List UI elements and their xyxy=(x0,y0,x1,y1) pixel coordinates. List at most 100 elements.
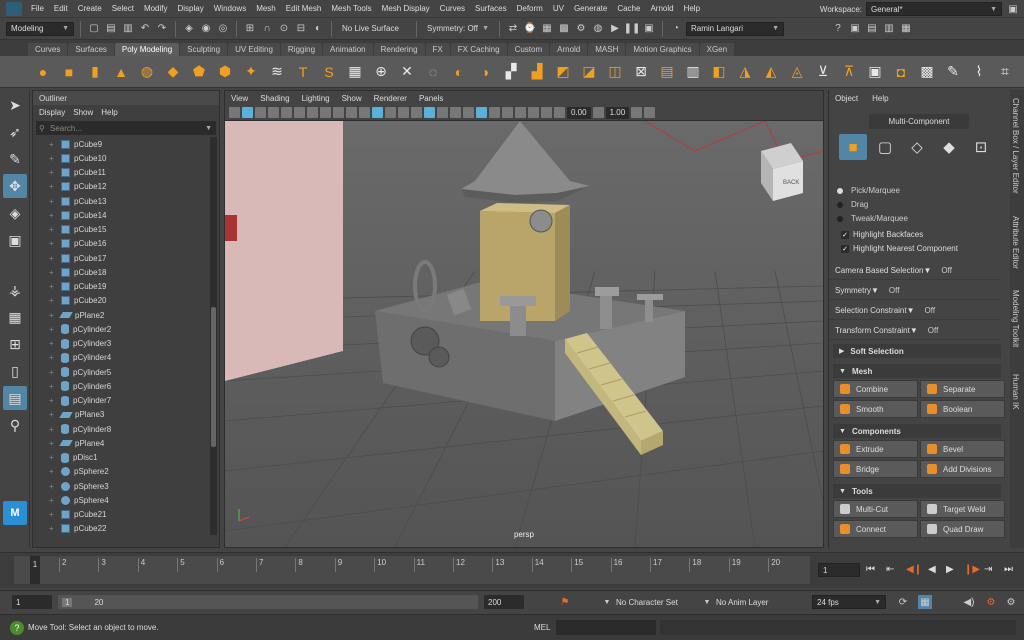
menu-display[interactable]: Display xyxy=(173,4,209,13)
poke-icon[interactable]: ◭ xyxy=(760,61,782,83)
image-plane-icon[interactable] xyxy=(268,107,279,118)
go-to-end-icon[interactable]: ⏭ xyxy=(1004,564,1013,575)
wireframe-icon[interactable] xyxy=(372,107,383,118)
quad-draw-icon[interactable]: ⌗ xyxy=(994,61,1016,83)
shelf-tab-arnold[interactable]: Arnold xyxy=(550,43,588,56)
viewport-menu-view[interactable]: View xyxy=(231,94,248,103)
viewport-menu-renderer[interactable]: Renderer xyxy=(374,94,407,103)
multi-cut-button[interactable]: Multi-Cut xyxy=(833,500,918,518)
multi-cut-icon[interactable]: ⊠ xyxy=(630,61,652,83)
shadows-icon[interactable] xyxy=(411,107,422,118)
ipr-render-icon[interactable]: ▩ xyxy=(557,22,571,36)
animation-preferences-icon[interactable]: ⚙ xyxy=(984,595,998,609)
prop-camera-based-selection[interactable]: Camera Based Selection ▼ Off xyxy=(829,262,1001,280)
expand-icon[interactable]: + xyxy=(49,482,54,491)
snap-curve-icon[interactable]: ∩ xyxy=(260,22,274,36)
menu-modify[interactable]: Modify xyxy=(139,4,173,13)
symmetry-dropdown[interactable]: Symmetry: Off ▼ xyxy=(423,21,493,36)
user-account-dropdown[interactable]: Ramin Langari ▼ xyxy=(686,21,784,36)
expand-icon[interactable]: + xyxy=(49,239,54,248)
shelf-tab-custom[interactable]: Custom xyxy=(507,43,550,56)
vertex-mode-icon[interactable]: ▢ xyxy=(871,134,899,160)
gamma-field[interactable]: 1.00 xyxy=(605,106,630,119)
smooth-button[interactable]: Smooth xyxy=(833,400,918,418)
poly-cube-icon[interactable]: ■ xyxy=(58,61,80,83)
menu-edit-mesh[interactable]: Edit Mesh xyxy=(281,4,327,13)
uv-editor-icon[interactable]: ▩ xyxy=(916,61,938,83)
maya-home-icon[interactable]: M xyxy=(3,501,27,525)
outliner-item[interactable]: + pCylinder4 xyxy=(33,351,209,365)
expand-icon[interactable]: + xyxy=(49,182,54,191)
inner-start-value[interactable]: 1 xyxy=(62,597,73,607)
select-component-icon[interactable]: ◎ xyxy=(216,22,230,36)
expand-icon[interactable]: + xyxy=(49,311,54,320)
center-pivot-icon[interactable]: ⊕ xyxy=(370,61,392,83)
sculpt-brush-icon[interactable]: ✎ xyxy=(942,61,964,83)
outliner-layout-icon[interactable]: ▤ xyxy=(3,386,27,410)
boolean-button[interactable]: Boolean xyxy=(920,400,1005,418)
snap-grid-icon[interactable]: ⊞ xyxy=(243,22,257,36)
expand-icon[interactable]: + xyxy=(49,353,54,362)
tab-human-ik[interactable]: Human IK xyxy=(1011,374,1020,410)
platonic-solid-icon[interactable]: ⬢ xyxy=(214,61,236,83)
soft-selection-header[interactable]: ▶ Soft Selection xyxy=(833,344,1001,358)
menu-curves[interactable]: Curves xyxy=(435,4,470,13)
resolution-gate-icon[interactable] xyxy=(307,107,318,118)
snap-plane-icon[interactable]: ⊟ xyxy=(294,22,308,36)
type-icon[interactable]: T xyxy=(292,61,314,83)
combine-icon[interactable]: ▦ xyxy=(344,61,366,83)
mel-label[interactable]: MEL xyxy=(534,623,550,632)
shelf-tab-poly-modeling[interactable]: Poly Modeling xyxy=(114,43,180,56)
menu-deform[interactable]: Deform xyxy=(512,4,548,13)
outliner-menu-show[interactable]: Show xyxy=(73,108,93,117)
radio-drag[interactable]: Drag xyxy=(837,200,868,209)
expand-icon[interactable]: + xyxy=(49,425,54,434)
menu-mesh-tools[interactable]: Mesh Tools xyxy=(326,4,376,13)
panel-layout-icon[interactable] xyxy=(644,107,656,118)
edge-mode-icon[interactable]: ◇ xyxy=(903,134,931,160)
tab-channel-box[interactable]: Channel Box / Layer Editor xyxy=(1011,98,1020,194)
mirror-icon[interactable]: ◐ xyxy=(448,61,470,83)
shelf-tab-uv-editing[interactable]: UV Editing xyxy=(228,43,280,56)
grid-toggle-icon[interactable] xyxy=(281,107,292,118)
smooth-shade-icon[interactable] xyxy=(385,107,396,118)
outliner-item[interactable]: + pCube19 xyxy=(33,280,209,294)
checkbox-highlight-nearest-component[interactable]: ✓ Highlight Nearest Component xyxy=(841,244,958,253)
current-frame-marker[interactable]: 1 xyxy=(30,556,40,584)
outliner-item[interactable]: + pCylinder6 xyxy=(33,379,209,393)
workspace-dropdown[interactable]: General* ▼ xyxy=(866,2,1002,16)
merge-icon[interactable]: ⊻ xyxy=(812,61,834,83)
outliner-item[interactable]: + pCube13 xyxy=(33,194,209,208)
target-weld-icon[interactable]: ⊹ xyxy=(1020,61,1024,83)
outliner-tab[interactable]: Outliner xyxy=(33,91,219,105)
sweep-mesh-icon[interactable]: ≋ xyxy=(266,61,288,83)
bool-union-icon[interactable]: ◑ xyxy=(474,61,496,83)
outliner-item[interactable]: + pCube15 xyxy=(33,223,209,237)
play-forwards-icon[interactable]: ▶ xyxy=(946,564,954,575)
poly-cone-icon[interactable]: ▲ xyxy=(110,61,132,83)
shelf-tab-mash[interactable]: MASH xyxy=(588,43,626,56)
shelf-tab-rigging[interactable]: Rigging xyxy=(280,43,323,56)
combine-button[interactable]: Combine xyxy=(833,380,918,398)
current-frame-field[interactable]: 1 xyxy=(818,563,860,577)
outliner-item[interactable]: + pCube14 xyxy=(33,208,209,222)
poly-torus-icon[interactable]: ◍ xyxy=(136,61,158,83)
loop-icon[interactable]: ⟳ xyxy=(896,595,910,609)
expand-icon[interactable]: + xyxy=(49,154,54,163)
step-forward-frame-icon[interactable]: ❙▶ xyxy=(964,564,980,575)
depth-of-field-icon[interactable] xyxy=(515,107,526,118)
expand-icon[interactable]: + xyxy=(49,168,54,177)
select-hierarchy-icon[interactable]: ◈ xyxy=(182,22,196,36)
outliner-item[interactable]: + pCube12 xyxy=(33,180,209,194)
start-time-field[interactable]: 1 xyxy=(12,595,52,609)
color-management-icon[interactable] xyxy=(631,107,643,118)
outliner-item[interactable]: + pCylinder2 xyxy=(33,322,209,336)
target-weld-button[interactable]: Target Weld xyxy=(920,500,1005,518)
save-scene-icon[interactable]: ▥ xyxy=(121,22,135,36)
viewport-menu-lighting[interactable]: Lighting xyxy=(302,94,330,103)
scale-tool-icon[interactable]: ▣ xyxy=(3,228,27,252)
expand-icon[interactable]: + xyxy=(49,524,54,533)
menu-mesh[interactable]: Mesh xyxy=(251,4,281,13)
svg-icon[interactable]: S xyxy=(318,61,340,83)
move-tool-icon[interactable]: ✥ xyxy=(3,174,27,198)
